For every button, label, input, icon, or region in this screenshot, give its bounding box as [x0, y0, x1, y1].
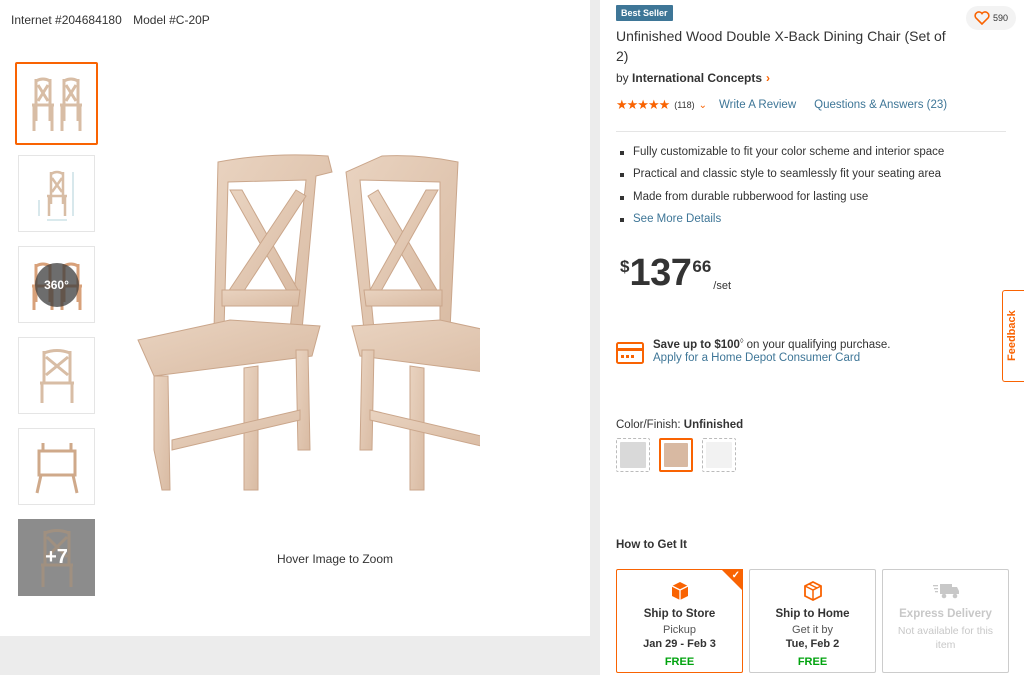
save-footnote-mark: ◊ — [739, 338, 744, 345]
save-prefix: Save up to — [653, 338, 712, 351]
bullet-item: Made from durable rubberwood for lasting… — [620, 191, 944, 213]
best-seller-badge: Best Seller — [616, 5, 673, 21]
chevron-down-icon[interactable]: ⌄ — [699, 100, 707, 111]
color-finish-label: Color/Finish: Unfinished — [616, 419, 743, 431]
brand-prefix: by — [616, 71, 629, 85]
chevron-right-icon: › — [766, 71, 771, 85]
360-view-icon: 360° — [34, 262, 79, 307]
thumb-dimensions[interactable] — [18, 155, 95, 232]
option-unavailable: Not available for this item — [897, 625, 994, 651]
option-price: FREE — [664, 656, 695, 668]
thumb-360[interactable]: 360° — [18, 246, 95, 323]
feature-bullets: Fully customizable to fit your color sch… — [620, 146, 944, 235]
product-ids: Internet #204684180 Model #C-20P — [11, 13, 210, 27]
heart-icon — [974, 11, 990, 25]
save-offer-text: Save up to $100◊ on your qualifying purc… — [653, 338, 890, 351]
swatch-gray[interactable] — [616, 438, 650, 472]
dimensions-thumbnail — [38, 170, 73, 220]
selected-color: Unfinished — [683, 419, 744, 431]
swatch-white[interactable] — [702, 438, 736, 472]
express-delivery-option: Express Delivery Not available for this … — [882, 569, 1009, 673]
credit-card-offer: Save up to $100◊ on your qualifying purc… — [616, 338, 890, 364]
color-label-text: Color/Finish: — [616, 419, 681, 431]
rating-count[interactable]: (118) — [674, 100, 694, 110]
main-product-image[interactable] — [120, 150, 480, 500]
rating-row: ★★★★★ (118) ⌄ Write A Review Questions &… — [616, 97, 947, 113]
price-cents: 66 — [692, 257, 712, 276]
brand-link[interactable]: International Concepts — [632, 71, 762, 85]
zoom-hint: Hover Image to Zoom — [276, 552, 394, 566]
feedback-label: Feedback — [1006, 310, 1018, 361]
product-details: Best Seller 590 Unfinished Wood Double X… — [600, 0, 1024, 675]
favorites-count: 590 — [992, 13, 1009, 23]
price-symbol: $ — [620, 257, 630, 276]
bullet-item: Practical and classic style to seamlessl… — [620, 168, 944, 190]
swatch-white-fill — [706, 442, 732, 468]
ship-to-store-option[interactable]: ✓ Ship to Store Pickup Jan 29 - Feb 3 FR… — [616, 569, 743, 673]
package-icon — [803, 580, 822, 602]
thumb-chairs-pair[interactable] — [15, 62, 98, 145]
thumb-chair-front[interactable] — [18, 337, 95, 414]
brand-line: by International Concepts › — [616, 71, 770, 85]
option-name: Ship to Home — [775, 608, 850, 620]
save-suffix: on your qualifying purchase. — [746, 338, 891, 351]
how-to-get-title: How to Get It — [616, 539, 687, 551]
checkmark-icon: ✓ — [731, 570, 740, 581]
swatch-gray-fill — [620, 442, 646, 468]
swatch-unfinished[interactable] — [659, 438, 693, 472]
option-line2: Jan 29 - Feb 3 — [643, 638, 716, 650]
ship-to-home-option[interactable]: Ship to Home Get it by Tue, Feb 2 FREE — [749, 569, 876, 673]
feedback-tab[interactable]: Feedback — [1002, 290, 1024, 382]
see-more-details-link[interactable]: See More Details — [620, 213, 944, 235]
divider — [616, 131, 1006, 132]
box-icon — [671, 582, 688, 600]
chair-underside-thumbnail — [35, 442, 78, 493]
product-title: Unfinished Wood Double X-Back Dining Cha… — [616, 28, 946, 64]
see-more-details-label[interactable]: See More Details — [633, 213, 721, 225]
swatch-unfinished-fill — [664, 443, 688, 467]
model-number: Model #C-20P — [133, 13, 210, 27]
truck-icon — [932, 584, 959, 599]
write-review-link[interactable]: Write A Review — [719, 99, 796, 111]
internet-number: Internet #204684180 — [11, 13, 122, 27]
questions-answers-link[interactable]: Questions & Answers (23) — [814, 99, 947, 111]
product-gallery: Internet #204684180 Model #C-20P 360° +7… — [0, 0, 590, 636]
option-name: Express Delivery — [899, 608, 992, 620]
price-unit: /set — [713, 280, 732, 292]
credit-card-icon — [616, 342, 644, 364]
option-price: FREE — [797, 656, 828, 668]
option-line1: Pickup — [662, 624, 697, 636]
apply-card-link[interactable]: Apply for a Home Depot Consumer Card — [653, 352, 890, 364]
bullet-item: Fully customizable to fit your color sch… — [620, 146, 944, 168]
thumb-chair-underside[interactable] — [18, 428, 95, 505]
chair-front-thumbnail — [39, 348, 74, 403]
price: $ 137 66 /set — [620, 254, 731, 292]
chairs-pair-thumbnail — [31, 77, 82, 131]
option-name: Ship to Store — [643, 608, 716, 620]
option-line1: Get it by — [792, 624, 833, 636]
save-amount: $100 — [714, 338, 740, 351]
option-line2: Tue, Feb 2 — [785, 638, 840, 650]
favorite-button[interactable]: 590 — [966, 6, 1016, 30]
price-dollars: 137 — [629, 252, 692, 294]
rating-stars[interactable]: ★★★★★ — [616, 97, 670, 113]
